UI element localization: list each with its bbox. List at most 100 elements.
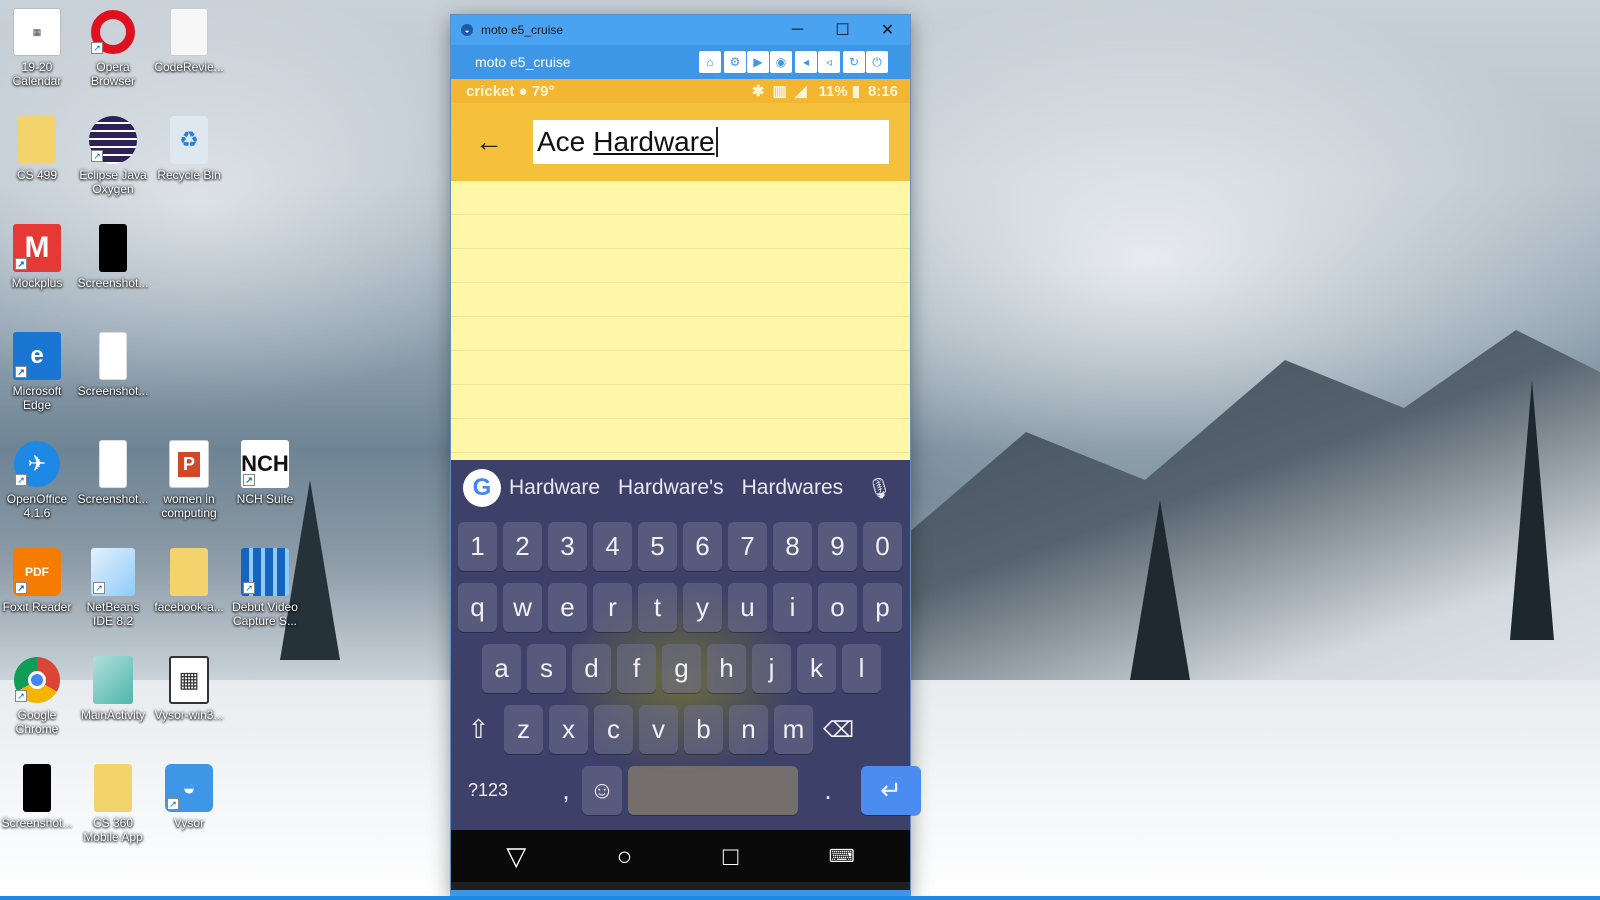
desktop-icon-nch-suite[interactable]: NCH ↗ NCH Suite [228,440,302,506]
keyboard-switch-icon[interactable]: ⌨ [829,846,855,867]
back-arrow-icon[interactable]: ← [475,126,515,158]
mockplus-icon: M ↗ [13,224,61,272]
home-circle-icon[interactable]: ○ [617,841,633,872]
comma-key[interactable]: , [556,766,576,815]
volume-down-icon[interactable]: ◂ [795,51,817,73]
key[interactable]: b [684,705,723,754]
enter-key-icon[interactable]: ↵ [861,766,921,815]
desktop-icon-cs499[interactable]: CS 499 [0,116,74,182]
microphone-icon[interactable]: 🎙 [867,476,892,501]
suggestion[interactable]: Hardware [509,476,600,500]
recents-square-icon[interactable]: □ [723,841,739,872]
close-button[interactable]: ✕ [865,15,910,45]
google-g-icon[interactable]: G [463,469,501,507]
key[interactable]: 2 [503,522,542,571]
gboard-keyboard: G Hardware Hardware's Hardwares 🎙 1 2 3 … [451,460,921,830]
window-titlebar[interactable]: ◒ moto e5_cruise ─ ☐ ✕ [451,15,910,45]
period-key[interactable]: . [804,766,852,815]
desktop-icon-screenshot-1[interactable]: Screenshot... [76,224,150,290]
white-screenshot-icon [99,440,127,488]
key[interactable]: z [504,705,543,754]
desktop-icon-screenshot-3[interactable]: Screenshot... [76,440,150,506]
volume-up-icon[interactable]: ◃ [818,51,840,73]
desktop-icon-vysor-archive[interactable]: ▦ Vysor-win3... [152,656,226,722]
key[interactable]: 7 [728,522,767,571]
key[interactable]: y [683,583,722,632]
key[interactable]: 3 [548,522,587,571]
desktop-icon-mockplus[interactable]: M ↗ Mockplus [0,224,74,290]
desktop-icon-mainactivity[interactable]: MainActivity [76,656,150,722]
key[interactable]: 4 [593,522,632,571]
key[interactable]: v [639,705,678,754]
key[interactable]: e [548,583,587,632]
maximize-button[interactable]: ☐ [820,15,865,45]
key[interactable]: t [638,583,677,632]
key[interactable]: 9 [818,522,857,571]
desktop-icon-codereview[interactable]: CodeRevie... [152,8,226,74]
desktop-icon-edge[interactable]: e ↗ Microsoft Edge [0,332,74,412]
key[interactable]: c [594,705,633,754]
search-app-bar: ← Ace Hardware [451,103,910,181]
black-screenshot-icon [23,764,51,812]
camera-icon[interactable]: ◉ [770,51,792,73]
key[interactable]: q [458,583,497,632]
key[interactable]: h [707,644,746,693]
desktop-icon-women-in-computing[interactable]: P women in computing [152,440,226,520]
desktop-icon-screenshot-2[interactable]: Screenshot... [76,332,150,398]
letter-row-3: ⇧ z x c v b n m ⌫ [455,699,906,760]
key[interactable]: i [773,583,812,632]
desktop-icon-chrome[interactable]: ↗ Google Chrome [0,656,74,736]
key[interactable]: n [729,705,768,754]
key[interactable]: w [503,583,542,632]
opera-icon: ↗ [89,8,137,56]
desktop-icon-debut[interactable]: ↗ Debut Video Capture S... [228,548,302,628]
search-input[interactable]: Ace Hardware [533,120,889,164]
key[interactable]: d [572,644,611,693]
key[interactable]: 6 [683,522,722,571]
desktop-icon-opera[interactable]: ↗ Opera Browser [76,8,150,88]
desktop-icon-screenshot-4[interactable]: Screenshot... [0,764,74,830]
suggestion[interactable]: Hardwares [742,476,844,500]
space-key[interactable] [628,766,798,815]
desktop-icon-recycle-bin[interactable]: ♻ Recycle Bin [152,116,226,182]
minimize-button[interactable]: ─ [775,15,820,45]
symbols-key[interactable]: ?123 [458,766,550,815]
key[interactable]: g [662,644,701,693]
key[interactable]: s [527,644,566,693]
desktop-icon-netbeans[interactable]: ↗ NetBeans IDE 8.2 [76,548,150,628]
key[interactable]: a [482,644,521,693]
power-icon[interactable]: ⏻ [866,51,888,73]
desktop-icon-openoffice[interactable]: ✈ ↗ OpenOffice 4.1.6 [0,440,74,520]
nch-icon: NCH ↗ [241,440,289,488]
desktop-icon-vysor[interactable]: ◒ ↗ Vysor [152,764,226,830]
key[interactable]: r [593,583,632,632]
key[interactable]: 5 [638,522,677,571]
desktop-icon-cs360[interactable]: CS 360 Mobile App [76,764,150,844]
key[interactable]: f [617,644,656,693]
rotate-icon[interactable]: ↻ [843,51,865,73]
key[interactable]: x [549,705,588,754]
cast-icon[interactable]: ⌂ [699,51,721,73]
android-nav-bar: ▽ ○ □ ⌨ [451,830,910,882]
back-triangle-icon[interactable]: ▽ [506,841,526,872]
desktop-icon-calendar[interactable]: ▦ 19-20 Calendar [0,8,74,88]
desktop-icon-foxit[interactable]: PDF ↗ Foxit Reader [0,548,74,614]
key[interactable]: l [842,644,881,693]
desktop-icon-eclipse[interactable]: ↗ Eclipse Java Oxygen [76,116,150,196]
emoji-key-icon[interactable]: ☺ [582,766,622,815]
backspace-key-icon[interactable]: ⌫ [819,705,858,754]
key[interactable]: k [797,644,836,693]
shift-key-icon[interactable]: ⇧ [459,705,498,754]
key[interactable]: 0 [863,522,902,571]
key[interactable]: m [774,705,813,754]
key[interactable]: p [863,583,902,632]
suggestion[interactable]: Hardware's [618,476,724,500]
key[interactable]: 1 [458,522,497,571]
desktop-icon-facebook-folder[interactable]: facebook-a... [152,548,226,614]
key[interactable]: 8 [773,522,812,571]
key[interactable]: u [728,583,767,632]
key[interactable]: o [818,583,857,632]
key[interactable]: j [752,644,791,693]
settings-icon[interactable]: ⚙ [724,51,746,73]
video-icon[interactable]: ▶ [747,51,769,73]
